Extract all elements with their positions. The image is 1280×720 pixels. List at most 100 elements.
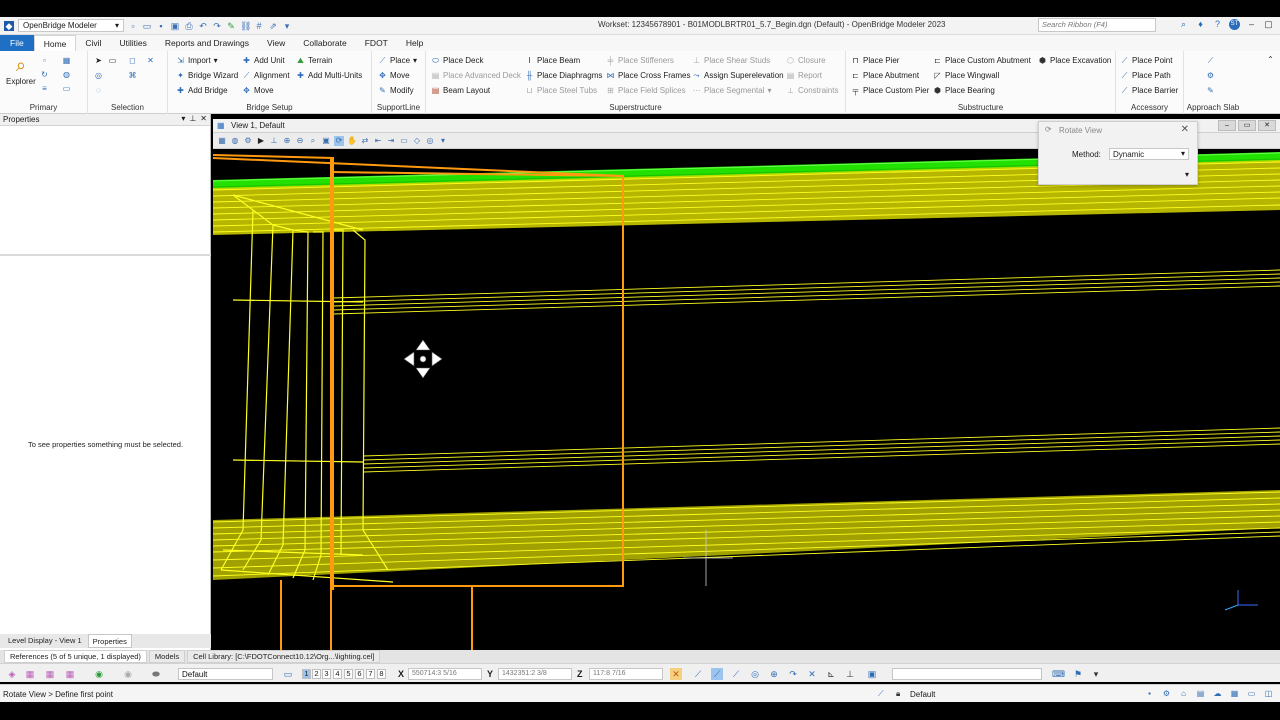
place-shear-studs-button[interactable]: ⊥ Place Shear Studs bbox=[692, 56, 770, 65]
beam-layout-button[interactable]: ▤ Beam Layout bbox=[431, 86, 490, 95]
snap-bisector-icon[interactable]: ▣ bbox=[866, 668, 878, 680]
expand-dialog-icon[interactable]: ▾ bbox=[1185, 170, 1189, 179]
view-restore-icon[interactable]: ▭ bbox=[1238, 120, 1256, 131]
select-box-button[interactable]: ▭ bbox=[108, 56, 117, 65]
supportline-modify-button[interactable]: ✎ Modify bbox=[378, 86, 413, 95]
place-diaphragms-button[interactable]: ╫ Place Diaphragms bbox=[525, 71, 603, 80]
clear-selection-button[interactable]: ✕ bbox=[146, 56, 155, 65]
place-field-splices-button[interactable]: ⊞ Place Field Splices bbox=[606, 86, 685, 95]
workspace-dropdown[interactable]: OpenBridge Modeler ▾ bbox=[18, 19, 124, 32]
tab-level-display[interactable]: Level Display - View 1 bbox=[4, 634, 86, 648]
settings-status-icon[interactable]: ⚙ bbox=[1161, 688, 1172, 699]
attach-icon[interactable]: ⛓ bbox=[240, 21, 251, 31]
filter-icon[interactable]: ⚑ bbox=[1072, 668, 1084, 680]
fit-view-icon[interactable]: ▣ bbox=[321, 136, 331, 146]
snap-line-icon[interactable]: ⟋ bbox=[730, 668, 742, 680]
accept-icon[interactable]: ◉ bbox=[93, 668, 105, 680]
snap-perpendicular-icon[interactable]: ⊾ bbox=[825, 668, 837, 680]
pin-icon[interactable]: ⊥ bbox=[189, 114, 196, 123]
minimize-icon[interactable]: – bbox=[1246, 19, 1257, 30]
place-beam-button[interactable]: I Place Beam bbox=[525, 56, 580, 65]
report-button[interactable]: ▤ Report bbox=[786, 71, 822, 80]
explorer-button[interactable]: ⌕ Explorer bbox=[6, 55, 36, 86]
update-view-icon[interactable]: ⊥ bbox=[269, 136, 279, 146]
clip-volume-icon[interactable]: ◇ bbox=[412, 136, 422, 146]
snap-parallel-icon[interactable]: ⊥ bbox=[844, 668, 856, 680]
view-1-viewport[interactable] bbox=[213, 150, 1280, 650]
add-unit-button[interactable]: ✚ Add Unit bbox=[242, 56, 285, 65]
tab-cell-library[interactable]: Cell Library: [C:\FDOTConnect10.12\Org..… bbox=[187, 650, 381, 663]
snap-midpoint-icon[interactable]: ⟋ bbox=[711, 668, 723, 680]
view-minimize-icon[interactable]: – bbox=[1218, 120, 1236, 131]
place-bearing-button[interactable]: ⬢ Place Bearing bbox=[933, 86, 995, 95]
tab-view[interactable]: View bbox=[258, 35, 294, 51]
copy-view-icon[interactable]: ▭ bbox=[399, 136, 409, 146]
tab-file[interactable]: File bbox=[0, 35, 34, 51]
grid-icon[interactable]: # bbox=[254, 21, 264, 31]
tab-utilities[interactable]: Utilities bbox=[110, 35, 155, 51]
select-invert-button[interactable]: ◌ bbox=[94, 86, 103, 95]
play-icon[interactable]: ▶ bbox=[256, 136, 266, 146]
user-avatar[interactable]: ST bbox=[1229, 19, 1240, 30]
undo-icon[interactable]: ↶ bbox=[198, 21, 208, 31]
move-bridge-button[interactable]: ✥ Move bbox=[242, 86, 273, 95]
place-advanced-deck-button[interactable]: ▤ Place Advanced Deck bbox=[431, 71, 521, 80]
primary-tool-5[interactable]: ◍ bbox=[62, 70, 71, 79]
approach-slab-tool-2[interactable]: ⚙ bbox=[1206, 71, 1215, 80]
x-coordinate-field[interactable]: 550714:3 5/16 bbox=[408, 668, 482, 680]
lock-icon[interactable]: 🔒︎ bbox=[896, 689, 900, 699]
alignment-button[interactable]: ⟋ Alignment bbox=[242, 71, 290, 80]
customize-icon[interactable]: ▾ bbox=[282, 21, 292, 31]
tab-collaborate[interactable]: Collaborate bbox=[294, 35, 355, 51]
view-button-2[interactable]: 2 bbox=[312, 669, 321, 679]
terrain-button[interactable]: ⛰ Terrain bbox=[296, 56, 332, 65]
snap-origin-icon[interactable]: ⊕ bbox=[768, 668, 780, 680]
select-all-button[interactable]: ◎ bbox=[94, 71, 103, 80]
active-level-select[interactable]: Default bbox=[178, 668, 273, 680]
y-coordinate-field[interactable]: 1432351:2 3/8 bbox=[498, 668, 572, 680]
command-input[interactable] bbox=[892, 668, 1042, 680]
save-status-icon[interactable]: ▪ bbox=[1144, 688, 1155, 699]
element-icon[interactable]: ⬬ bbox=[150, 668, 162, 680]
copy-views-icon[interactable]: ▭ bbox=[282, 668, 294, 680]
maximize-icon[interactable]: ▢ bbox=[1263, 19, 1274, 30]
method-select[interactable]: Dynamic bbox=[1109, 148, 1189, 160]
reset-icon[interactable]: ◉ bbox=[122, 668, 134, 680]
print-icon[interactable]: ⎙ bbox=[184, 21, 194, 31]
tab-help[interactable]: Help bbox=[397, 35, 432, 51]
constraints-button[interactable]: ⟂ Constraints bbox=[786, 86, 839, 95]
display-style-icon[interactable]: ◍ bbox=[230, 136, 240, 146]
view-button-4[interactable]: 4 bbox=[333, 669, 342, 679]
place-point-button[interactable]: ⟋ Place Point bbox=[1120, 56, 1173, 65]
place-custom-pier-button[interactable]: ╤ Place Custom Pier bbox=[851, 86, 930, 95]
accudraw-icon[interactable]: ⟋ bbox=[878, 689, 884, 699]
new-file-icon[interactable]: ▫ bbox=[128, 21, 138, 31]
export-icon[interactable]: ⇗ bbox=[268, 21, 278, 31]
rotate-view-icon[interactable]: ⟳ bbox=[334, 135, 344, 146]
walk-icon[interactable]: ⇄ bbox=[360, 136, 370, 146]
snap-center-icon[interactable]: ◎ bbox=[749, 668, 761, 680]
view-button-1[interactable]: 1 bbox=[302, 669, 311, 679]
save-settings-icon[interactable]: ▣ bbox=[170, 21, 180, 31]
window-area-icon[interactable]: ⌕ bbox=[308, 136, 318, 146]
panel-splitter[interactable] bbox=[0, 254, 211, 256]
bridge-wizard-button[interactable]: ✦ Bridge Wizard bbox=[176, 71, 238, 80]
home-status-icon[interactable]: ⌂ bbox=[1178, 688, 1189, 699]
snap-nearest-icon[interactable]: ⟋ bbox=[692, 668, 704, 680]
view-button-7[interactable]: 7 bbox=[366, 669, 375, 679]
add-multi-units-button[interactable]: ✚ Add Multi-Units bbox=[296, 71, 362, 80]
pan-view-icon[interactable]: ✋ bbox=[347, 136, 357, 146]
tab-properties[interactable]: Properties bbox=[87, 634, 132, 648]
import-button[interactable]: ⇲ Import ▾ bbox=[176, 56, 218, 65]
toolbar-overflow-icon[interactable]: ▾ bbox=[438, 136, 448, 146]
lines-pattern-icon[interactable]: ▦ bbox=[44, 668, 56, 680]
zoom-in-icon[interactable]: ⊕ bbox=[282, 136, 292, 146]
tab-models[interactable]: Models bbox=[148, 650, 186, 663]
view-previous-icon[interactable]: ⇤ bbox=[373, 136, 383, 146]
snap-intersection-icon[interactable]: ✕ bbox=[806, 668, 818, 680]
zoom-out-icon[interactable]: ⊖ bbox=[295, 136, 305, 146]
approach-slab-tool-1[interactable]: ⟋ bbox=[1206, 56, 1215, 65]
view-button-5[interactable]: 5 bbox=[344, 669, 353, 679]
supportline-move-button[interactable]: ✥ Move bbox=[378, 71, 409, 80]
view-button-6[interactable]: 6 bbox=[355, 669, 364, 679]
